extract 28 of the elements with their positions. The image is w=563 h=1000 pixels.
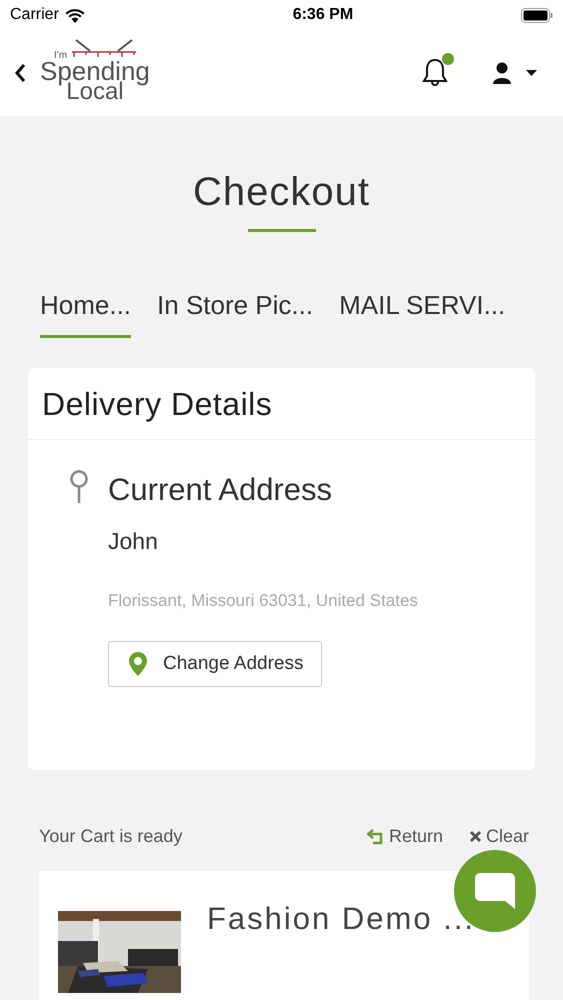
return-icon	[366, 828, 385, 844]
user-icon[interactable]	[492, 62, 512, 84]
recipient-name: John	[108, 528, 159, 555]
location-pin-icon	[129, 652, 147, 676]
change-address-button[interactable]: Change Address	[108, 641, 322, 687]
back-icon[interactable]	[14, 63, 26, 83]
caret-icon[interactable]	[526, 70, 537, 76]
page-title: Checkout	[192, 170, 371, 215]
card-heading: Delivery Details	[28, 368, 535, 440]
bell-icon	[420, 57, 450, 87]
clock-time: 6:36 PM	[292, 6, 354, 24]
store-name: Fashion Demo ...	[207, 901, 476, 938]
wifi-icon	[64, 8, 85, 22]
cart-status: Your Cart is ready	[39, 826, 182, 847]
battery-icon	[520, 8, 553, 22]
clear-link[interactable]: Clear	[468, 826, 529, 847]
tab[interactable]: Home...	[40, 280, 132, 338]
tab[interactable]: MAIL SERVI...	[339, 280, 506, 338]
carrier-label: Carrier	[10, 6, 59, 24]
return-link[interactable]: Return	[366, 826, 443, 847]
address-text: Florissant, Missouri 63031, United States	[108, 591, 418, 611]
close-icon	[468, 830, 482, 843]
logo-text: I'm	[54, 52, 68, 60]
pin-icon	[68, 470, 90, 504]
tab[interactable]: In Store Pic...	[157, 280, 314, 338]
address-title: Current Address	[108, 472, 333, 508]
logo-mark-icon	[70, 38, 138, 60]
chat-bubble-icon	[475, 873, 515, 909]
